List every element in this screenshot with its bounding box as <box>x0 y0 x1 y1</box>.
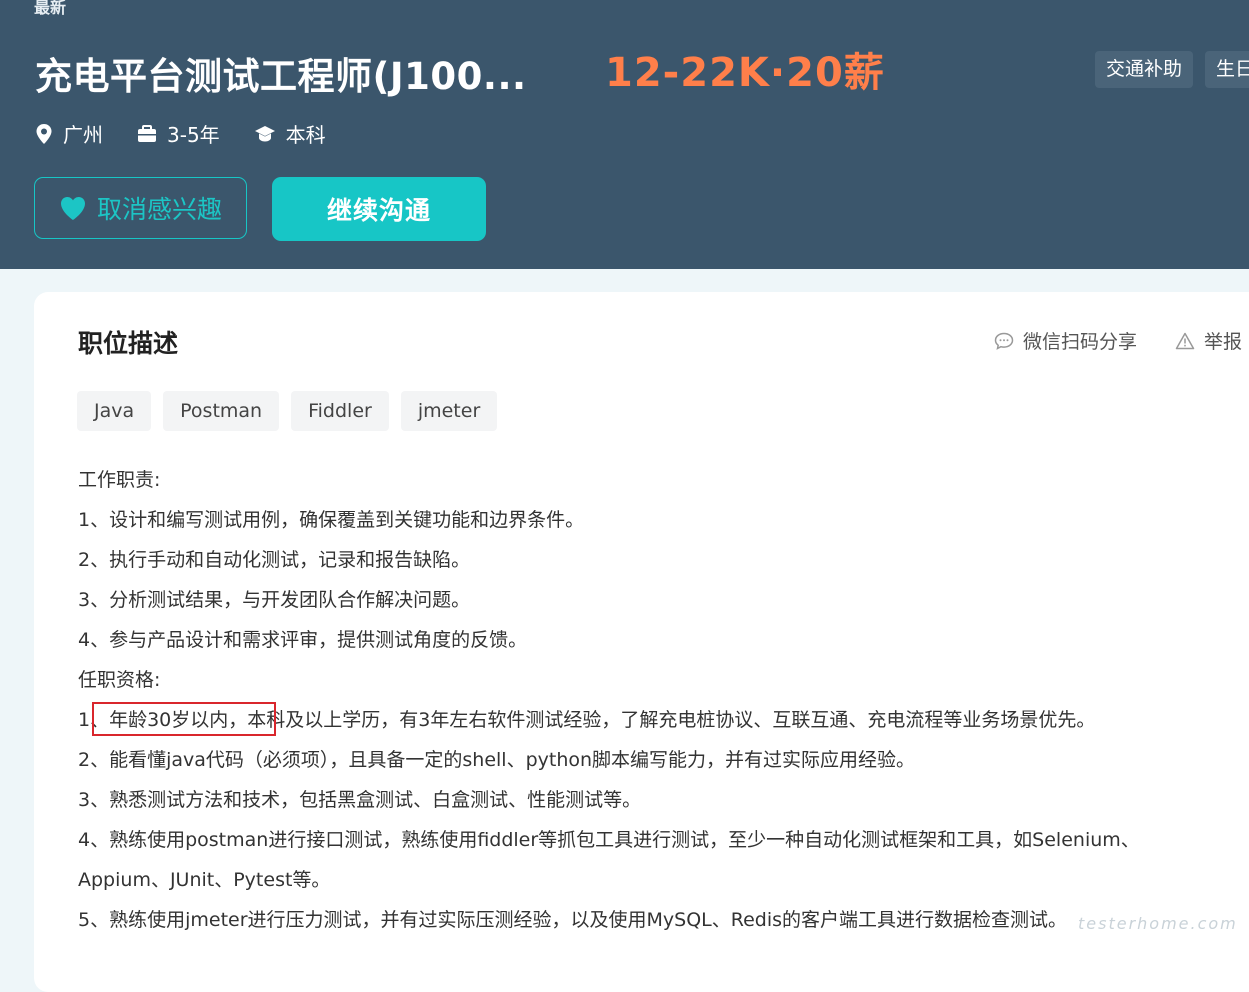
skill-tag: Postman <box>163 391 280 431</box>
description-line: Appium、JUnit、Pytest等。 <box>78 869 331 891</box>
wechat-share-button[interactable]: 微信扫码分享 <box>994 327 1137 354</box>
watermark: testerhome.com <box>1078 914 1238 933</box>
skill-tags: Java Postman Fiddler jmeter <box>77 391 498 431</box>
meta-experience: 3-5年 <box>137 119 220 148</box>
experience-label: 3-5年 <box>167 123 220 147</box>
salary: 12-22K·20薪 <box>605 50 885 96</box>
description-line: 4、参与产品设计和需求评审，提供测试角度的反馈。 <box>78 629 528 651</box>
job-title: 充电平台测试工程师(J100... <box>35 55 527 98</box>
warning-icon <box>1175 332 1195 349</box>
briefcase-icon <box>138 124 156 142</box>
description-line: 2、能看懂java代码（必须项），且具备一定的shell、python脚本编写能… <box>78 749 916 771</box>
job-description-text: 工作职责: 1、设计和编写测试用例，确保覆盖到关键功能和边界条件。 2、执行手动… <box>78 460 1249 940</box>
description-line: 2、执行手动和自动化测试，记录和报告缺陷。 <box>78 549 471 571</box>
wechat-share-label: 微信扫码分享 <box>1023 331 1138 353</box>
description-line: 任职资格: <box>78 669 161 691</box>
benefit-tags: 交通补助 生日 <box>1095 51 1249 88</box>
job-meta: 广州 3-5年 本科 <box>35 119 360 148</box>
section-title: 职位描述 <box>78 329 179 358</box>
description-line: 3、分析测试结果，与开发团队合作解决问题。 <box>78 589 471 611</box>
highlight-box <box>92 702 276 736</box>
job-description-card: 职位描述 微信扫码分享 举报 Java Postman Fiddler jmet… <box>34 292 1249 992</box>
education-label: 本科 <box>285 123 326 147</box>
meta-education: 本科 <box>254 119 326 148</box>
description-actions: 微信扫码分享 举报 <box>994 327 1249 354</box>
description-line: 5、熟练使用jmeter进行压力测试，并有过实际压测经验，以及使用MySQL、R… <box>78 909 1068 931</box>
meta-city: 广州 <box>35 119 103 148</box>
skill-tag: Java <box>77 391 152 431</box>
description-line: 4、熟练使用postman进行接口测试，熟练使用fiddler等抓包工具进行测试… <box>78 829 1140 851</box>
report-button[interactable]: 举报 <box>1175 327 1242 354</box>
description-line: 1、设计和编写测试用例，确保覆盖到关键功能和边界条件。 <box>78 509 585 531</box>
description-line: 工作职责: <box>78 469 161 491</box>
continue-chat-label: 继续沟通 <box>326 196 431 225</box>
cancel-interest-button[interactable]: 取消感兴趣 <box>34 177 247 239</box>
job-header: 最新 充电平台测试工程师(J100... 12-22K·20薪 交通补助 生日 … <box>0 0 1249 269</box>
benefit-tag: 生日 <box>1205 51 1249 88</box>
benefit-tag: 交通补助 <box>1095 51 1194 88</box>
continue-chat-button[interactable]: 继续沟通 <box>272 177 486 241</box>
description-line: 3、熟悉测试方法和技术，包括黑盒测试、白盒测试、性能测试等。 <box>78 789 642 811</box>
skill-tag: Fiddler <box>291 391 389 431</box>
cancel-interest-label: 取消感兴趣 <box>96 195 222 224</box>
status-label: 最新 <box>34 0 67 17</box>
location-pin-icon <box>36 123 52 144</box>
graduation-cap-icon <box>254 125 275 141</box>
city-label: 广州 <box>63 123 103 147</box>
heart-icon <box>60 197 85 220</box>
report-label: 举报 <box>1204 331 1243 353</box>
chat-bubble-icon <box>994 332 1014 350</box>
skill-tag: jmeter <box>400 391 498 431</box>
